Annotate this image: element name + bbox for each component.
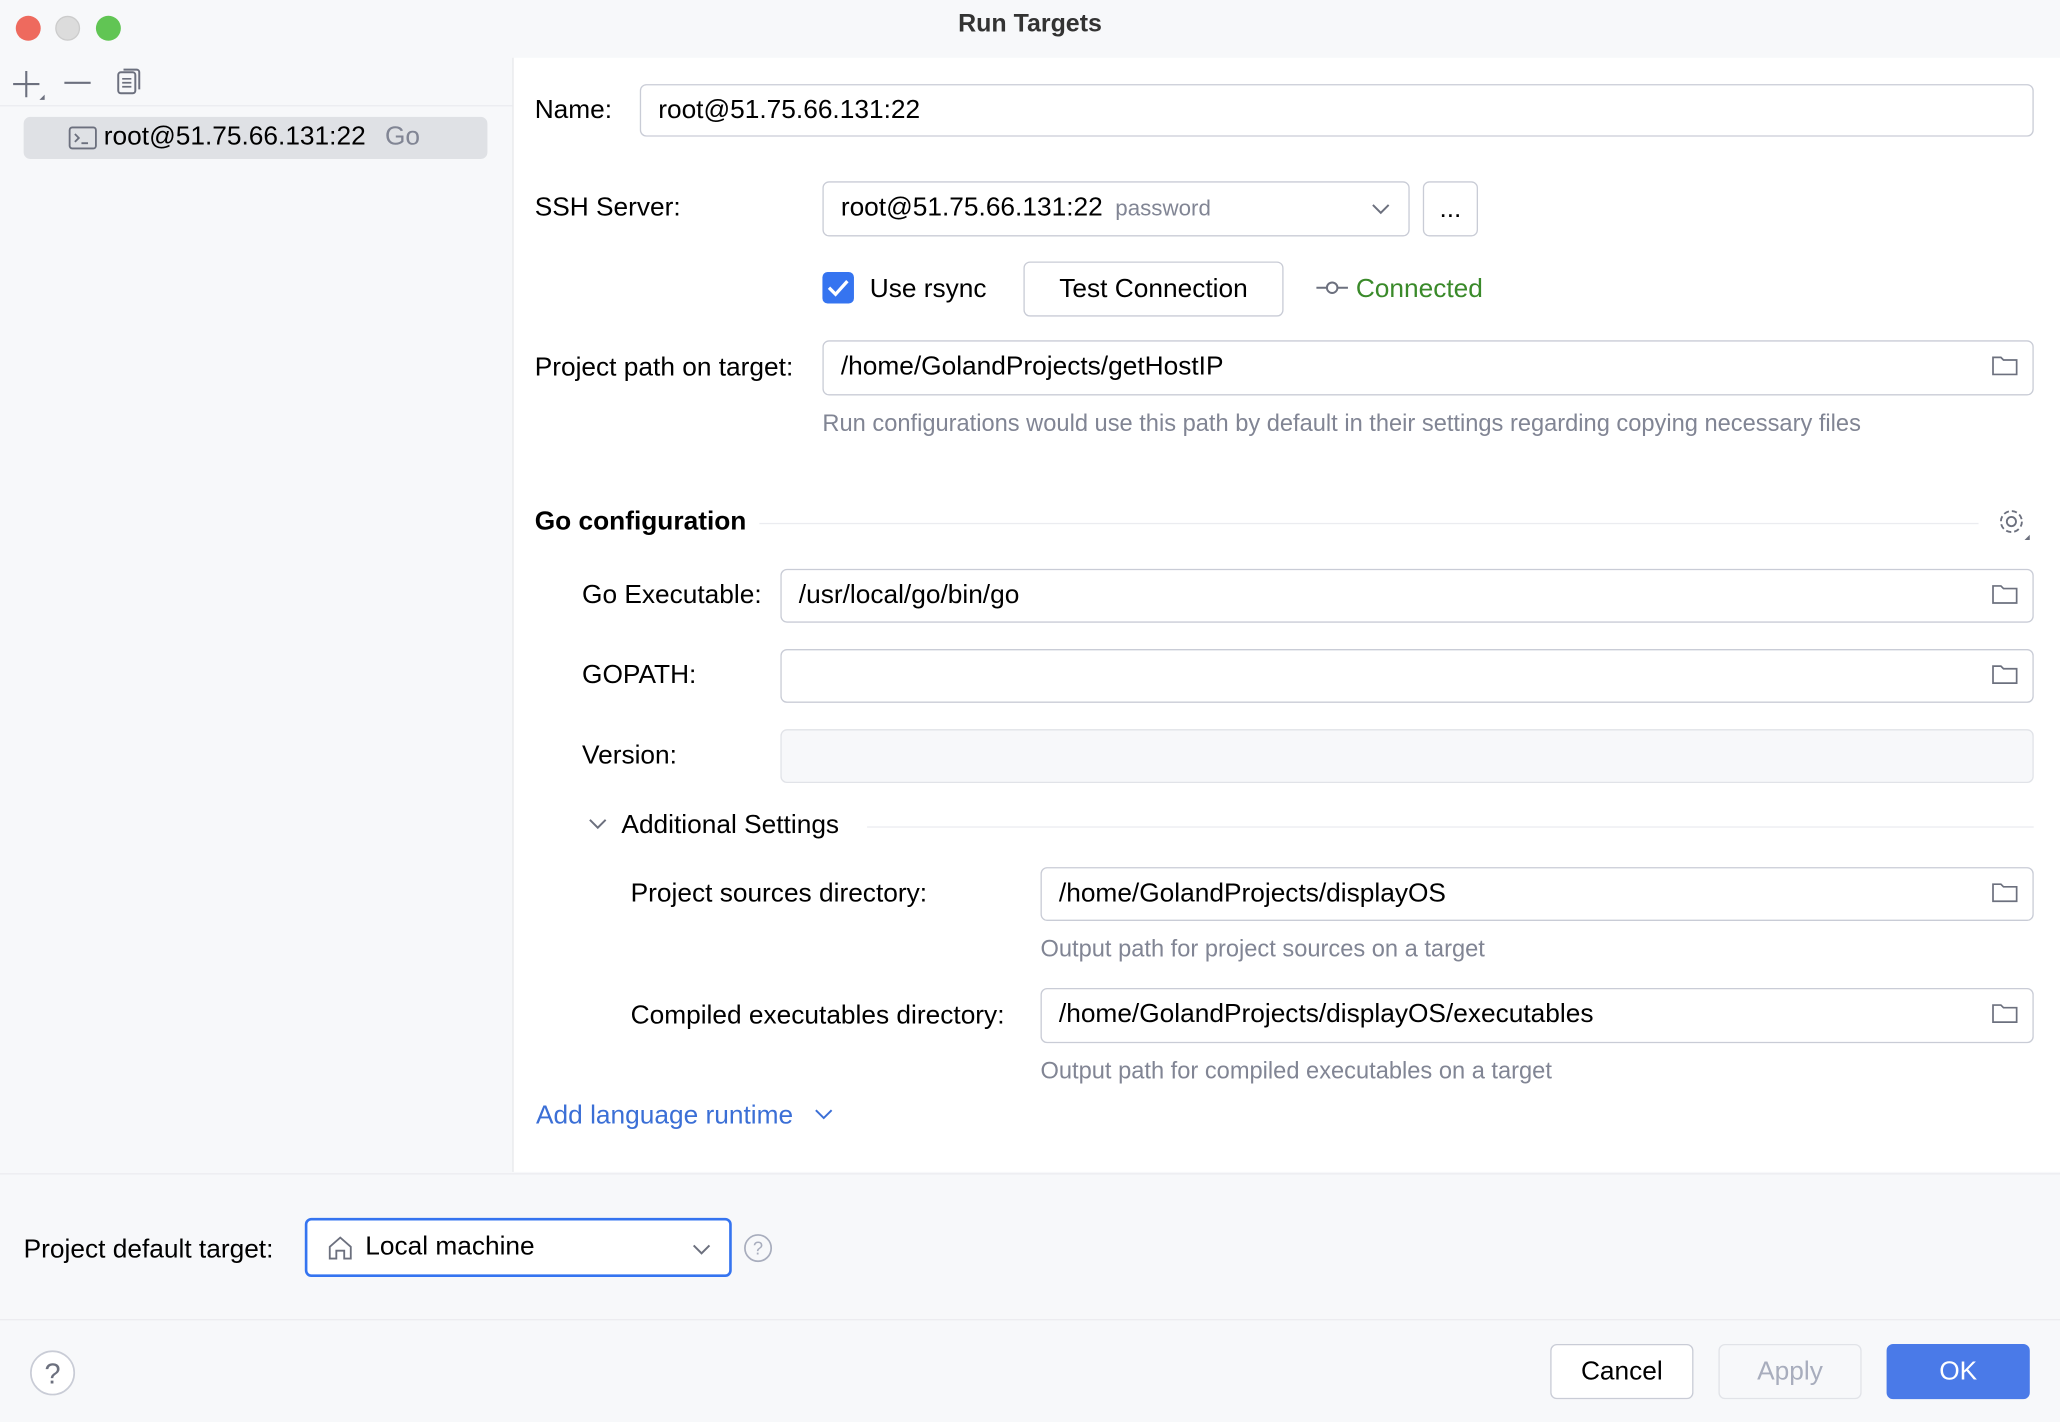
go-executable-input[interactable]: /usr/local/go/bin/go <box>780 568 2034 623</box>
terminal-icon <box>68 126 97 150</box>
target-name: root@51.75.66.131:22 <box>103 122 366 152</box>
sources-dir-input[interactable]: /home/GolandProjects/displayOS <box>1040 867 2034 921</box>
gear-icon[interactable] <box>1997 507 2031 541</box>
folder-icon[interactable] <box>1992 583 2018 604</box>
svg-text:?: ? <box>753 1238 763 1259</box>
go-configuration-heading: Go configuration <box>534 507 747 537</box>
remove-icon[interactable] <box>63 68 92 97</box>
target-type: Go <box>384 122 420 152</box>
chevron-down-icon <box>815 1109 833 1120</box>
gopath-label: GOPATH: <box>582 660 697 690</box>
copy-icon[interactable] <box>116 66 145 98</box>
targets-sidebar: root@51.75.66.131:22 Go <box>0 57 514 1172</box>
add-language-runtime-link[interactable]: Add language runtime <box>536 1100 793 1132</box>
window-title: Run Targets <box>958 10 1102 39</box>
project-path-input[interactable]: /home/GolandProjects/getHostIP <box>822 340 2034 396</box>
go-executable-value: /usr/local/go/bin/go <box>798 580 1020 610</box>
version-field <box>780 729 2034 784</box>
project-path-hint: Run configurations would use this path b… <box>822 409 1861 437</box>
ssh-server-select[interactable]: root@51.75.66.131:22 password <box>822 181 1410 237</box>
sources-dir-hint: Output path for project sources on a tar… <box>1040 935 1485 962</box>
additional-settings-toggle[interactable]: Additional Settings <box>621 809 839 841</box>
test-connection-button[interactable]: Test Connection <box>1023 261 1284 317</box>
home-icon <box>328 1236 352 1260</box>
list-item[interactable]: root@51.75.66.131:22 Go <box>23 116 488 159</box>
default-target-value: Local machine <box>365 1232 535 1262</box>
name-input[interactable]: root@51.75.66.131:22 <box>639 84 2034 137</box>
sources-dir-label: Project sources directory: <box>630 878 928 908</box>
svg-text:?: ? <box>45 1358 61 1390</box>
connection-icon <box>1316 281 1348 294</box>
use-rsync-label: Use rsync <box>869 274 987 304</box>
ok-button[interactable]: OK <box>1886 1343 2030 1400</box>
run-targets-dialog: Run Targets root@51.75.66.131:22 Go Name… <box>0 0 2060 1422</box>
ssh-config-button[interactable]: ... <box>1422 181 1479 237</box>
project-path-value: /home/GolandProjects/getHostIP <box>840 352 1224 381</box>
chevron-down-icon <box>1372 204 1390 215</box>
connection-status: Connected <box>1355 274 1483 304</box>
folder-icon[interactable] <box>1992 663 2018 685</box>
checkmark-icon <box>827 280 849 297</box>
compiled-dir-input[interactable]: /home/GolandProjects/displayOS/executabl… <box>1040 987 2034 1044</box>
default-target-label: Project default target: <box>23 1234 274 1264</box>
ssh-server-value: root@51.75.66.131:22 <box>840 193 1103 223</box>
chevron-down-icon[interactable] <box>587 817 608 833</box>
version-label: Version: <box>582 740 677 770</box>
compiled-dir-value: /home/GolandProjects/displayOS/executabl… <box>1058 999 1594 1029</box>
folder-icon[interactable] <box>1992 355 2018 376</box>
help-icon[interactable]: ? <box>744 1234 773 1263</box>
ssh-auth-type: password <box>1115 195 1211 221</box>
help-icon[interactable]: ? <box>29 1349 76 1396</box>
gopath-input[interactable] <box>780 649 2034 703</box>
sources-dir-value: /home/GolandProjects/displayOS <box>1058 878 1446 908</box>
compiled-dir-hint: Output path for compiled executables on … <box>1040 1057 1552 1084</box>
folder-icon[interactable] <box>1992 882 2018 903</box>
apply-button[interactable]: Apply <box>1718 1343 1862 1400</box>
name-label: Name: <box>534 95 613 125</box>
chevron-down-icon <box>692 1244 711 1255</box>
project-path-label: Project path on target: <box>534 353 794 383</box>
ssh-server-label: SSH Server: <box>534 193 681 223</box>
compiled-dir-label: Compiled executables directory: <box>630 1001 1005 1031</box>
default-target-select[interactable]: Local machine <box>304 1217 732 1277</box>
folder-icon[interactable] <box>1992 1002 2018 1023</box>
cancel-button[interactable]: Cancel <box>1550 1343 1694 1400</box>
use-rsync-checkbox[interactable] <box>822 271 854 304</box>
add-icon[interactable] <box>12 68 46 102</box>
go-executable-label: Go Executable: <box>582 580 762 610</box>
